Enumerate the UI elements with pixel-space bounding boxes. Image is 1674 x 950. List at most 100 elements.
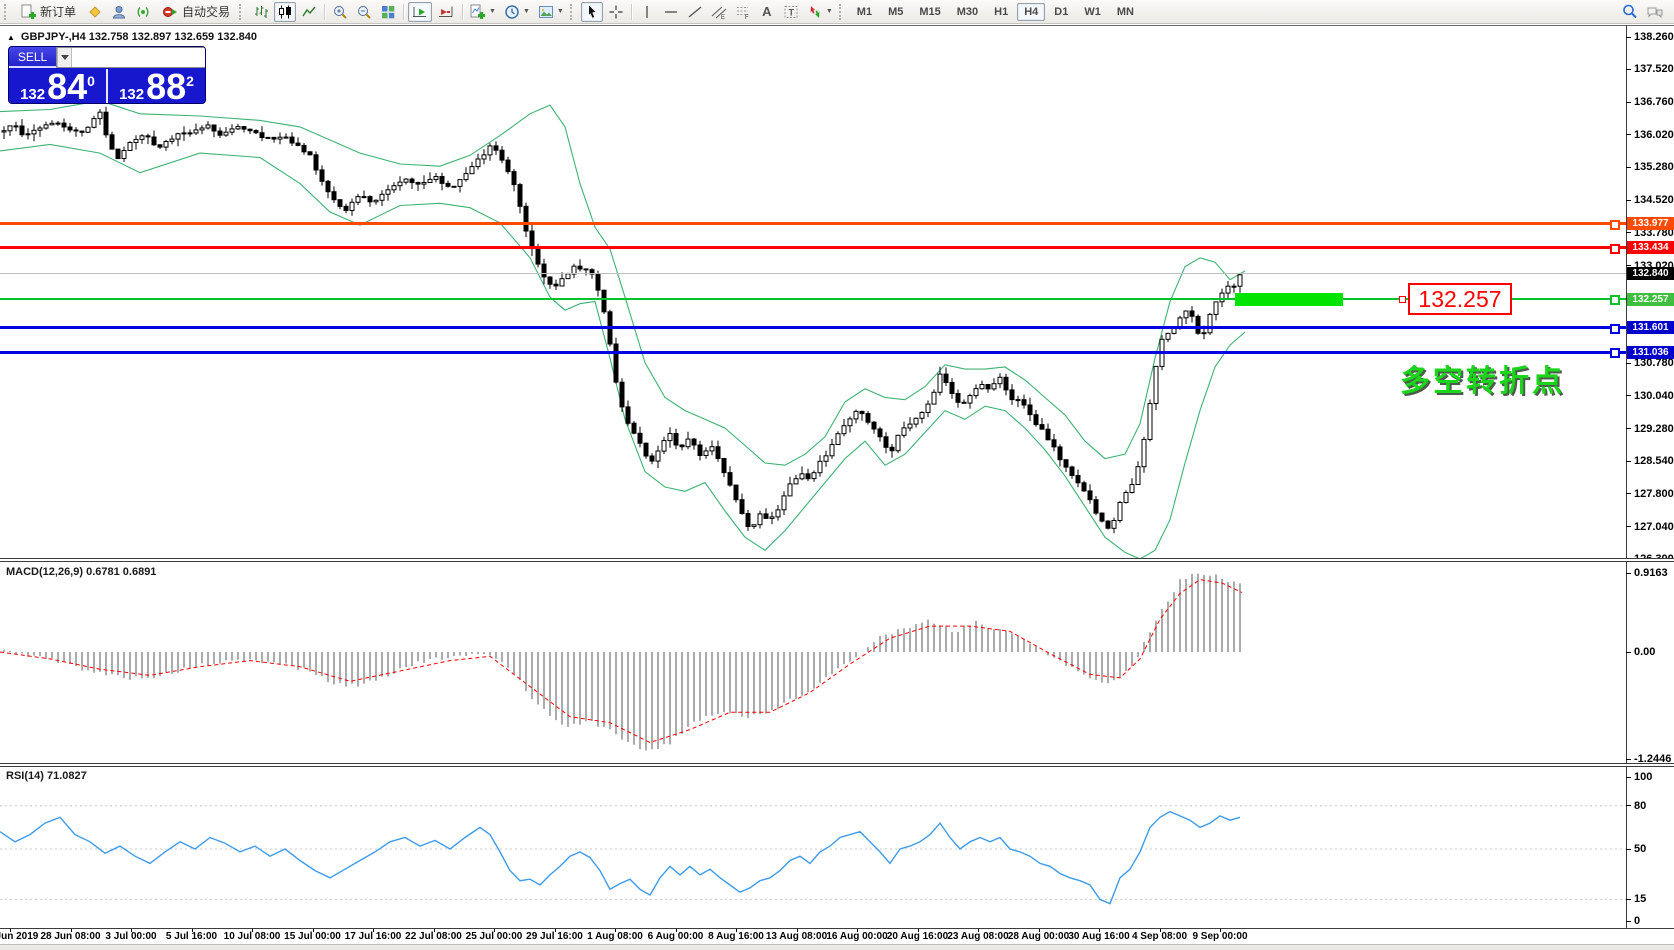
broadcast-button[interactable] [132,2,154,22]
timeframe-h1-button[interactable]: H1 [987,3,1015,21]
sell-price-sup: 0 [87,74,95,88]
one-click-prices: 132840 132882 [9,68,205,104]
auto-scroll-icon [411,4,429,20]
rsi-tick-label: 0 [1634,916,1640,927]
triangle-down-icon [61,55,69,60]
toolbar-separator [462,4,463,20]
templates-button[interactable]: ▼ [535,2,567,22]
chevron-down-icon: ▼ [523,8,530,15]
price-level-line-133.434[interactable] [0,246,1626,249]
text-label-button[interactable]: T [780,2,802,22]
line-end-marker [1610,220,1620,230]
timeframe-h4-button[interactable]: H4 [1017,3,1045,21]
timeframe-m30-button[interactable]: M30 [950,3,985,21]
price-tick-label: 127.040 [1634,522,1674,533]
rsi-tick-label: 15 [1634,894,1646,905]
fibonacci-button[interactable]: F [732,2,754,22]
timeframe-w1-button[interactable]: W1 [1077,3,1108,21]
price-tick-label: 130.040 [1634,391,1674,402]
chat-button[interactable] [1643,2,1667,22]
bar-chart-button[interactable] [250,2,272,22]
vertical-line-button[interactable] [636,2,658,22]
price-level-line-132.840[interactable] [0,273,1626,274]
rsi-label: RSI(14) 71.0827 [6,770,87,782]
timeframe-m15-button[interactable]: M15 [912,3,947,21]
rsi-tick-mark [1626,899,1631,900]
price-tick-label: 135.280 [1634,162,1674,173]
one-click-trading-panel: SELL BUY 132840 132882 [8,46,206,104]
equidistant-channel-button[interactable]: E [708,2,730,22]
collapse-panel-icon[interactable]: ▲ [7,33,15,42]
search-icon [1621,3,1638,20]
sell-price[interactable]: 132840 [9,68,106,104]
price-tick-mark [1626,102,1631,103]
line-end-marker [1610,348,1620,358]
price-level-line-131.601[interactable] [0,326,1626,329]
timeframe-m1-button[interactable]: M1 [850,3,879,21]
rsi-tick-label: 80 [1634,801,1646,812]
symbol-bar: ▲ GBPJPY-,H4 132.758 132.897 132.659 132… [7,31,257,43]
timeframe-mn-button[interactable]: MN [1110,3,1141,21]
text-icon: A [762,4,771,19]
rsi-tick-mark [1626,777,1631,778]
vertical-line-icon [639,4,655,20]
rsi-tick-mark [1626,921,1631,922]
auto-scroll-button[interactable] [408,2,432,22]
candlestick-chart-button[interactable] [274,2,296,22]
timeframe-m5-button[interactable]: M5 [881,3,910,21]
sell-button[interactable]: SELL [9,47,56,68]
price-level-line-132.257[interactable] [0,298,1626,300]
price-callout[interactable]: 132.257 [1408,283,1512,315]
metaquotes-button[interactable] [84,2,106,22]
buy-price[interactable]: 132882 [108,68,205,104]
price-tick-label: 130.780 [1634,358,1674,369]
auto-trading-button[interactable]: 自动交易 [156,2,236,22]
price-tick-mark [1626,69,1631,70]
profile-button[interactable] [108,2,130,22]
price-badge-131.601: 131.601 [1627,321,1674,334]
chat-icon [1646,4,1664,20]
line-end-marker [1610,295,1620,305]
text-button[interactable]: A [756,2,778,22]
candlestick-chart-icon [277,4,293,20]
periods-button[interactable]: ▼ [501,2,533,22]
horizontal-line-button[interactable] [660,2,682,22]
arrows-button[interactable]: ▼ [804,2,836,22]
toolbar-separator [324,4,325,20]
line-chart-button[interactable] [298,2,320,22]
price-tick-label: 137.520 [1634,64,1674,75]
svg-text:T: T [788,7,794,17]
svg-text:F: F [745,15,749,20]
highlight-zone[interactable] [1235,293,1343,306]
crosshair-button[interactable] [605,2,627,22]
chart-shift-button[interactable] [434,2,458,22]
price-level-line-131.036[interactable] [0,351,1626,354]
svg-text:E: E [721,15,725,20]
timeframe-d1-button[interactable]: D1 [1047,3,1075,21]
indicators-button[interactable]: ▼ [467,2,499,22]
volume-input[interactable] [72,48,206,67]
periods-clock-icon [504,4,520,20]
new-order-icon [21,4,36,19]
trendline-button[interactable] [684,2,706,22]
search-button[interactable] [1618,2,1641,22]
pane-separator[interactable] [0,558,1674,562]
cursor-button[interactable] [581,2,603,22]
new-order-button[interactable]: 新订单 [15,2,82,22]
templates-icon [538,4,554,20]
pane-separator[interactable] [0,763,1674,767]
tile-windows-button[interactable] [377,2,399,22]
volume-stepper [56,47,206,68]
zoom-out-button[interactable] [353,2,375,22]
volume-decrease-button[interactable] [57,48,72,67]
macd-indicator-pane[interactable] [0,562,1626,763]
bar-chart-icon [253,4,269,20]
price-badge-133.977: 133.977 [1627,217,1674,230]
main-price-chart[interactable] [0,25,1626,558]
price-level-line-133.977[interactable] [0,222,1626,225]
cn-annotation[interactable]: 多空转折点 [1400,356,1565,400]
zoom-in-button[interactable] [329,2,351,22]
rsi-indicator-pane[interactable] [0,767,1626,928]
price-axis-border [1626,25,1627,928]
price-tick-mark [1626,461,1631,462]
